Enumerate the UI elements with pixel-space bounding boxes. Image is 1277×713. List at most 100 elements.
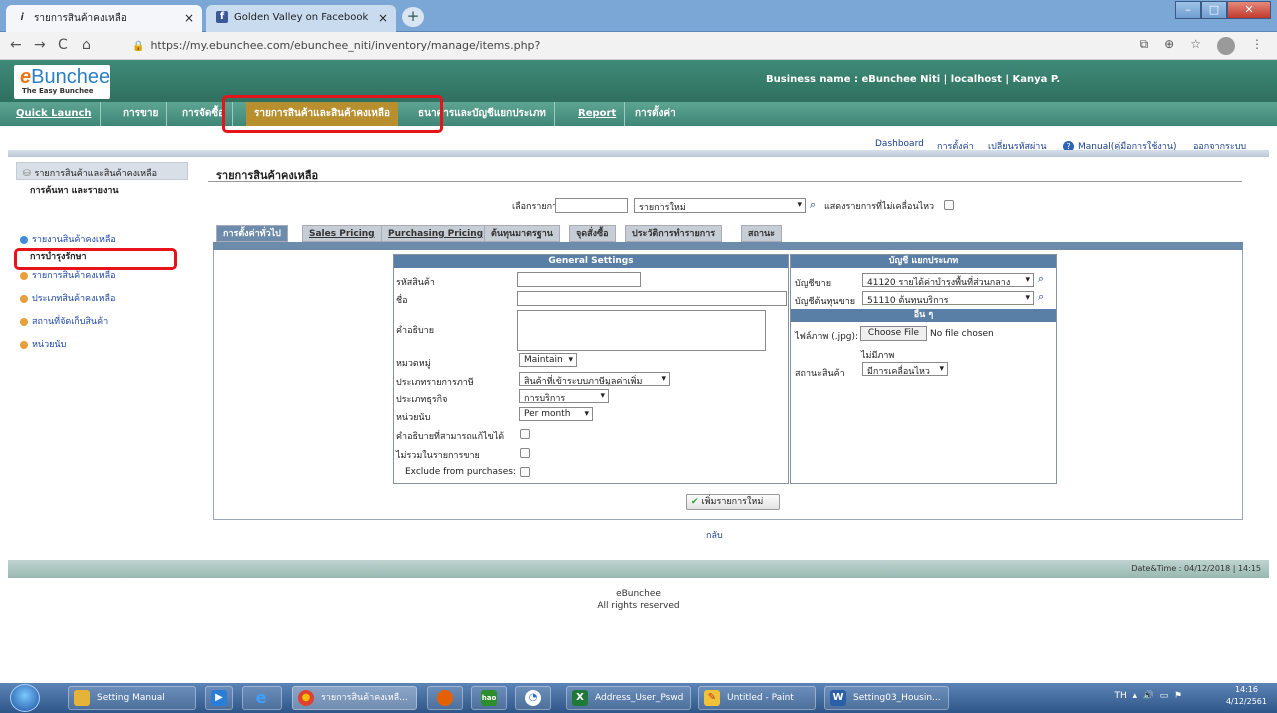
word-icon: W (830, 690, 846, 706)
bookmark-star-icon[interactable]: ☆ (1190, 37, 1201, 55)
sidebar-item-label: หน่วยนับ (32, 340, 67, 350)
close-window-button[interactable]: ✕ (1227, 1, 1271, 19)
item-search-input[interactable] (555, 198, 628, 213)
ebunchee-logo[interactable]: eBunchee The Easy Bunchee (14, 65, 110, 99)
description-textarea[interactable] (517, 310, 766, 351)
sidebar-item-units[interactable]: หน่วยนับ (16, 335, 188, 353)
tab-transaction-history[interactable]: ประวัติการทำรายการ (625, 225, 723, 242)
tax-type-value: สินค้าที่เข้าระบบภาษีมูลค่าเพิ่ม (524, 377, 643, 386)
hao123-icon: hao (481, 690, 497, 706)
new-tab-button[interactable]: + (402, 7, 424, 27)
back-arrow-icon[interactable]: ← (10, 37, 22, 53)
start-button[interactable] (10, 684, 40, 712)
search-icon[interactable]: ⌕ (1038, 272, 1044, 286)
taskbar-label: Setting03_Housin... (853, 693, 941, 703)
app-header (0, 60, 1277, 102)
forward-arrow-icon[interactable]: → (34, 37, 46, 53)
sidebar-section-search: การค้นหา และรายงาน (30, 186, 119, 196)
tab-standard-cost[interactable]: ต้นทุนมาตรฐาน (484, 225, 560, 242)
taskbar-word[interactable]: W Setting03_Housin... (824, 686, 949, 710)
tab-purchasing-pricing[interactable]: Purchasing Pricing (381, 225, 491, 242)
taskbar-clock[interactable]: 14:16 4/12/2561 (1226, 684, 1267, 708)
sales-account-label: บัญชีขาย (795, 279, 831, 289)
tab-status[interactable]: สถานะ (741, 225, 782, 242)
taskbar-internet-explorer[interactable]: e (242, 686, 282, 710)
show-inactive-checkbox[interactable] (944, 200, 954, 210)
home-icon[interactable]: ⌂ (82, 37, 91, 53)
profile-avatar[interactable] (1217, 37, 1235, 55)
exclude-sales-checkbox[interactable] (520, 448, 530, 458)
search-icon[interactable]: ⌕ (1038, 290, 1044, 304)
tax-type-select[interactable]: สินค้าที่เข้าระบบภาษีมูลค่าเพิ่ม ▾ (519, 372, 670, 386)
item-name-input[interactable] (517, 291, 787, 306)
highlight-sidebar-annotation (14, 248, 177, 270)
item-code-input[interactable] (517, 272, 641, 287)
zoom-icon[interactable]: ⊕ (1164, 37, 1174, 55)
image-label: ไฟล์ภาพ (.jpg): (795, 332, 859, 342)
datetime-text: Date&Time : 04/12/2018 | 14:15 (1131, 564, 1261, 573)
taskbar-setting-manual[interactable]: Setting Manual (68, 686, 196, 710)
url-text: https://my.ebunchee.com/ebunchee_niti/in… (150, 39, 541, 52)
footer-line1: eBunchee (616, 589, 661, 599)
bullet-icon (20, 340, 28, 349)
search-icon[interactable]: ⌕ (810, 198, 816, 212)
browser-tab-inventory[interactable]: 𝒊 รายการสินค้าคงเหลือ × (6, 5, 202, 32)
minimize-button[interactable]: – (1175, 1, 1201, 19)
reload-icon[interactable]: C (58, 37, 68, 53)
item-status-value: มีการเคลื่อนไหว (867, 367, 930, 376)
chrome-icon: ● (298, 690, 314, 706)
translate-icon[interactable]: ⧉ (1140, 37, 1149, 55)
checkmark-icon: ✔ (691, 497, 699, 507)
business-name: Business name : eBunchee Niti | localhos… (766, 74, 1061, 85)
menu-dots-icon[interactable]: ⋮ (1251, 37, 1263, 55)
tab-general-settings[interactable]: การตั้งค่าทั่วไป (216, 225, 288, 242)
business-type-select[interactable]: การบริการ ▾ (519, 389, 609, 403)
taskbar-media-player[interactable]: ▶ (205, 686, 233, 710)
tab-sales-pricing[interactable]: Sales Pricing (302, 225, 382, 242)
menu-report[interactable]: Report (570, 102, 626, 126)
volume-icon[interactable]: 🔊 (1143, 691, 1154, 701)
network-icon[interactable]: ▭ (1160, 691, 1169, 701)
language-indicator[interactable]: TH (1114, 691, 1126, 701)
menu-settings[interactable]: การตั้งค่า (627, 102, 684, 126)
choose-file-button[interactable]: Choose File (860, 326, 927, 341)
close-tab-icon[interactable]: × (378, 11, 388, 25)
tab-label: Golden Valley on Facebook (234, 12, 369, 23)
taskbar-excel[interactable]: X Address_User_Pswd (566, 686, 691, 710)
item-select-dropdown[interactable]: รายการใหม่ ▾ (634, 198, 806, 213)
taskbar-hao123[interactable]: hao (471, 686, 507, 710)
exclude-sales-label: ไม่รวมในรายการขาย (396, 451, 480, 461)
close-tab-icon[interactable]: × (184, 11, 194, 25)
item-status-select[interactable]: มีการเคลื่อนไหว ▾ (862, 362, 948, 376)
folder-icon (74, 690, 90, 706)
taskbar-paint[interactable]: ✎ Untitled - Paint (698, 686, 816, 710)
bullet-icon (20, 235, 28, 244)
menu-sales[interactable]: การขาย (115, 102, 168, 126)
taskbar-firefox[interactable] (427, 686, 463, 710)
add-new-item-button[interactable]: ✔ เพิ่มรายการใหม่ (686, 494, 780, 510)
link-dashboard[interactable]: Dashboard (875, 139, 924, 149)
browser-tab-facebook[interactable]: f Golden Valley on Facebook × (206, 5, 396, 32)
back-link[interactable]: กลับ (706, 528, 723, 542)
editable-desc-checkbox[interactable] (520, 429, 530, 439)
sidebar-item-storage-locations[interactable]: สถานที่จัดเก็บสินค้า (16, 312, 188, 330)
item-select-value: รายการใหม่ (639, 203, 686, 213)
add-new-item-label: เพิ่มรายการใหม่ (701, 497, 764, 507)
sidebar-item-inventory-types[interactable]: ประเภทสินค้าคงเหลือ (16, 289, 188, 307)
sales-account-select[interactable]: 41120 รายได้ค่าบำรุงพื้นที่ส่วนกลาง ▾ (862, 273, 1034, 287)
cost-account-select[interactable]: 51110 ต้นทุนบริการ ▾ (862, 291, 1034, 305)
url-field[interactable]: 🔒 https://my.ebunchee.com/ebunchee_niti/i… (128, 36, 544, 56)
taskbar-app[interactable]: ◔ (515, 686, 551, 710)
business-type-value: การบริการ (524, 394, 566, 403)
taskbar-label: รายการสินค้าคงเหลื... (321, 693, 408, 703)
title-divider (208, 181, 1242, 182)
taskbar-chrome[interactable]: ● รายการสินค้าคงเหลื... (292, 686, 417, 710)
unit-select[interactable]: Per month ▾ (519, 407, 593, 421)
flag-icon[interactable]: ⚑ (1174, 691, 1182, 701)
maximize-button[interactable]: □ (1201, 1, 1227, 19)
exclude-purchases-checkbox[interactable] (520, 467, 530, 477)
sidebar-item-inventory-report[interactable]: รายงานสินค้าคงเหลือ (16, 230, 188, 248)
tab-reorder-point[interactable]: จุดสั่งซื้อ (569, 225, 616, 242)
menu-quick-launch[interactable]: Quick Launch (8, 102, 101, 126)
category-select[interactable]: Maintain ▾ (519, 353, 577, 367)
